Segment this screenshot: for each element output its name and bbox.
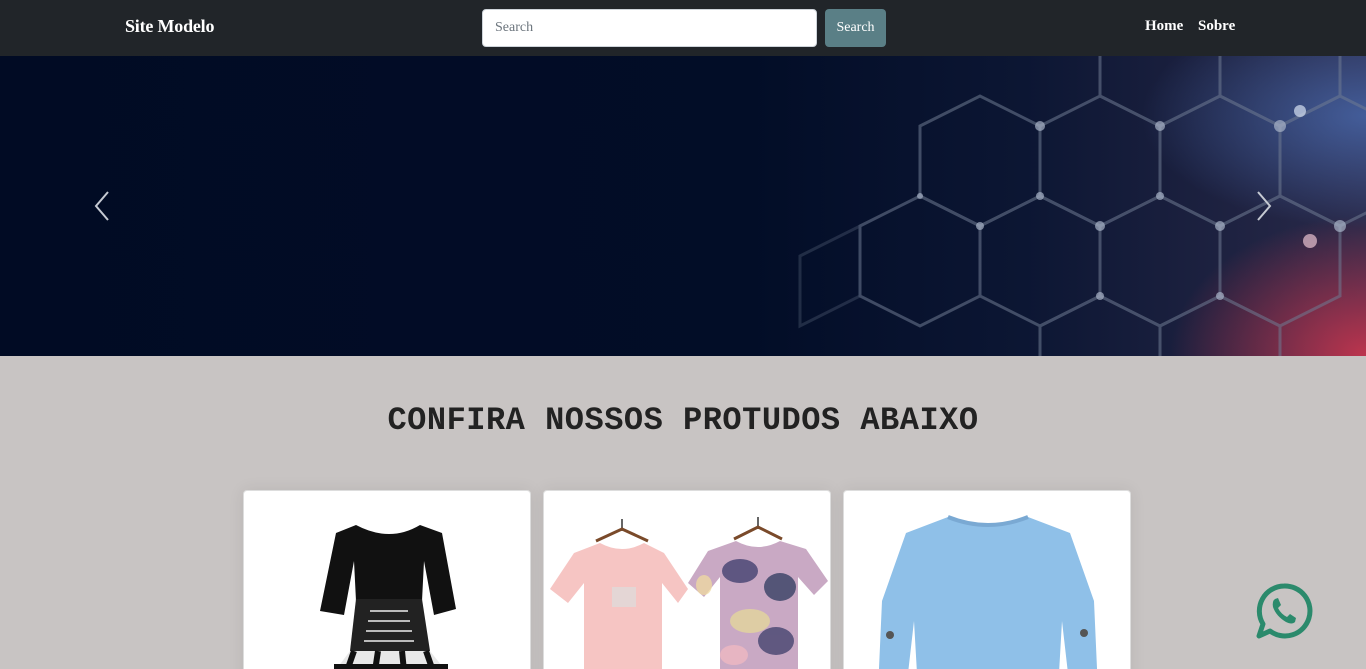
blue-sweatshirt-image: [878, 515, 1098, 669]
nav-link-sobre[interactable]: Sobre: [1198, 18, 1235, 35]
nav-link-home[interactable]: Home: [1145, 18, 1183, 35]
carousel-prev-button[interactable]: [87, 186, 117, 226]
navbar: Site Modelo Search Home Sobre: [0, 0, 1366, 56]
product-card[interactable]: [243, 490, 531, 669]
product-card[interactable]: [543, 490, 831, 669]
carousel-next-button[interactable]: [1249, 186, 1279, 226]
hexagon-network-banner: [798, 56, 1366, 356]
pink-and-tie-dye-tshirts-image: [550, 517, 828, 669]
black-plaid-dress-image: [320, 525, 456, 669]
product-card[interactable]: [843, 490, 1131, 669]
chevron-left-icon: [94, 191, 109, 221]
chevron-right-icon: [1257, 191, 1272, 221]
brand-logo[interactable]: Site Modelo: [125, 16, 214, 37]
products-section-title: CONFIRA NOSSOS PROTUDOS ABAIXO: [387, 402, 979, 439]
whatsapp-button[interactable]: [1255, 582, 1313, 640]
whatsapp-icon: [1256, 583, 1313, 639]
search-button[interactable]: Search: [825, 9, 886, 47]
hero-carousel: [0, 56, 1366, 356]
search-input[interactable]: [482, 9, 817, 47]
